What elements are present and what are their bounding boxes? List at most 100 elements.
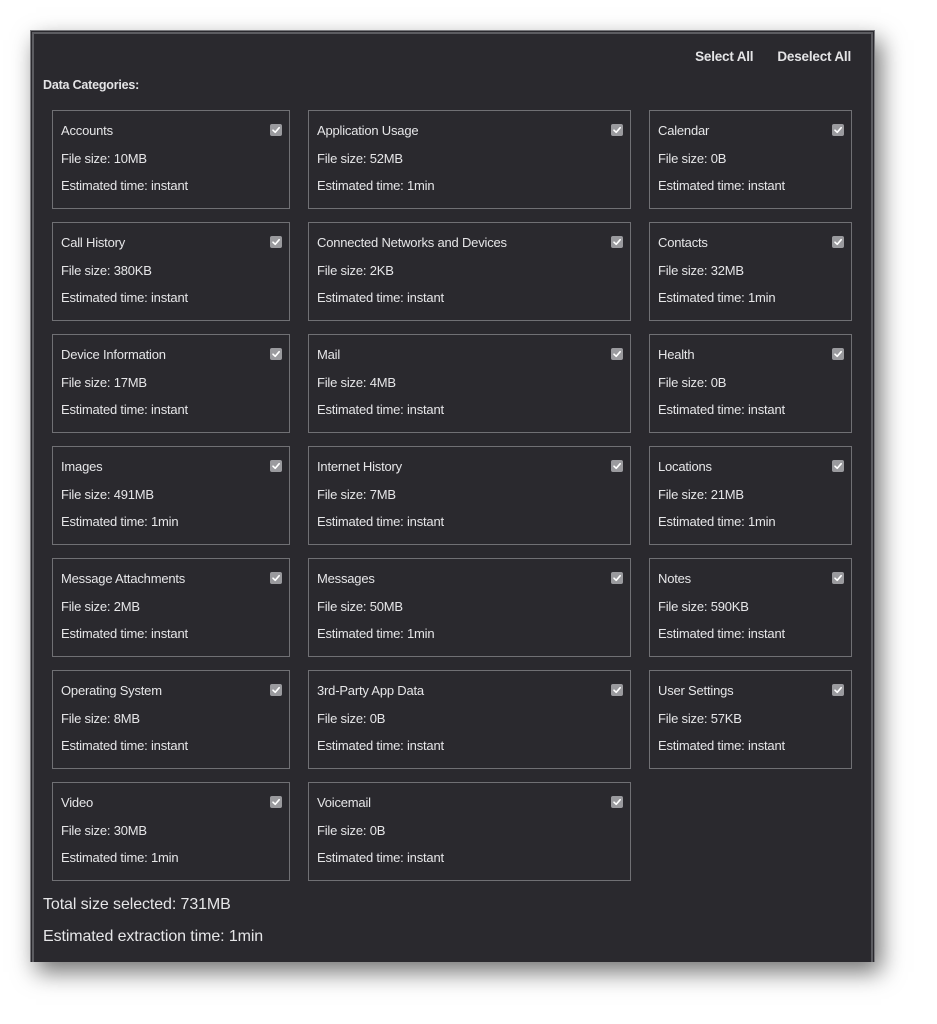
category-name: Contacts: [658, 235, 708, 250]
category-checkbox[interactable]: [270, 572, 282, 584]
category-card[interactable]: Internet History File size: 7MB Estimated …: [308, 446, 631, 545]
category-name: Connected Networks and Devices: [317, 235, 507, 250]
category-estimated-time: Estimated time: instant: [61, 290, 188, 305]
category-file-size: File size: 57KB: [658, 711, 742, 726]
category-checkbox[interactable]: [270, 124, 282, 136]
category-checkbox[interactable]: [611, 572, 623, 584]
category-estimated-time: Estimated time: instant: [317, 290, 444, 305]
checkmark-icon: [834, 126, 842, 134]
category-checkbox[interactable]: [832, 348, 844, 360]
category-name: Application Usage: [317, 123, 419, 138]
category-card[interactable]: Connected Networks and Devices File size:…: [308, 222, 631, 321]
category-estimated-time: Estimated time: instant: [61, 178, 188, 193]
category-file-size: File size: 17MB: [61, 375, 147, 390]
category-card[interactable]: Notes File size: 590KB Estimated time: ins…: [649, 558, 852, 657]
category-file-size: File size: 590KB: [658, 599, 749, 614]
category-file-size: File size: 2MB: [61, 599, 140, 614]
category-checkbox[interactable]: [270, 684, 282, 696]
category-name: Operating System: [61, 683, 162, 698]
category-card[interactable]: Operating System File size: 8MB Estimated …: [52, 670, 290, 769]
checkmark-icon: [272, 126, 280, 134]
category-card[interactable]: Call History File size: 380KB Estimated ti…: [52, 222, 290, 321]
checkmark-icon: [613, 686, 621, 694]
deselect-all-button[interactable]: Deselect All: [777, 49, 851, 64]
category-card[interactable]: Messages File size: 50MB Estimated time: 1…: [308, 558, 631, 657]
category-checkbox[interactable]: [611, 124, 623, 136]
checkmark-icon: [613, 350, 621, 358]
category-card[interactable]: Voicemail File size: 0B Estimated time: in…: [308, 782, 631, 881]
category-checkbox[interactable]: [832, 124, 844, 136]
category-name: Images: [61, 459, 103, 474]
category-checkbox[interactable]: [611, 684, 623, 696]
category-estimated-time: Estimated time: instant: [658, 402, 785, 417]
category-card[interactable]: Calendar File size: 0B Estimated time: ins…: [649, 110, 852, 209]
category-name: Health: [658, 347, 695, 362]
category-card[interactable]: Device Information File size: 17MB Estimat…: [52, 334, 290, 433]
category-card[interactable]: Message Attachments File size: 2MB Estimat…: [52, 558, 290, 657]
selection-actions: Select All Deselect All: [695, 49, 851, 64]
category-name: Notes: [658, 571, 691, 586]
category-name: Message Attachments: [61, 571, 186, 586]
category-file-size: File size: 32MB: [658, 263, 744, 278]
category-file-size: File size: 8MB: [61, 711, 140, 726]
category-name: Video: [61, 795, 94, 810]
category-card[interactable]: Contacts File size: 32MB Estimated time: 1…: [649, 222, 852, 321]
checkmark-icon: [272, 686, 280, 694]
category-checkbox[interactable]: [270, 460, 282, 472]
category-file-size: File size: 0B: [317, 711, 386, 726]
category-card[interactable]: 3rd-Party App Data File size: 0B Estimated…: [308, 670, 631, 769]
category-estimated-time: Estimated time: 1min: [61, 514, 179, 529]
category-card[interactable]: Mail File size: 4MB Estimated time: instan…: [308, 334, 631, 433]
category-estimated-time: Estimated time: 1min: [317, 626, 435, 641]
category-estimated-time: Estimated time: instant: [658, 738, 785, 753]
data-categories-panel: Select All Deselect All Data Categories:…: [30, 30, 875, 962]
category-checkbox[interactable]: [832, 684, 844, 696]
category-checkbox[interactable]: [270, 796, 282, 808]
category-estimated-time: Estimated time: instant: [317, 738, 444, 753]
category-checkbox[interactable]: [611, 460, 623, 472]
category-estimated-time: Estimated time: 1min: [61, 850, 179, 865]
select-all-button[interactable]: Select All: [695, 49, 753, 64]
category-checkbox[interactable]: [832, 236, 844, 248]
category-checkbox[interactable]: [832, 460, 844, 472]
category-card[interactable]: Accounts File size: 10MB Estimated time: i…: [52, 110, 290, 209]
category-name: Call History: [61, 235, 126, 250]
category-checkbox[interactable]: [611, 796, 623, 808]
category-name: Calendar: [658, 123, 710, 138]
estimated-extraction-time: Estimated extraction time: 1min: [43, 928, 264, 945]
category-estimated-time: Estimated time: instant: [61, 626, 188, 641]
category-name: Device Information: [61, 347, 166, 362]
checkmark-icon: [613, 238, 621, 246]
category-estimated-time: Estimated time: 1min: [658, 290, 776, 305]
category-card[interactable]: Health File size: 0B Estimated time: insta…: [649, 334, 852, 433]
category-estimated-time: Estimated time: 1min: [317, 178, 435, 193]
checkmark-icon: [834, 686, 842, 694]
category-file-size: File size: 30MB: [61, 823, 147, 838]
category-file-size: File size: 380KB: [61, 263, 152, 278]
checkmark-icon: [613, 462, 621, 470]
category-file-size: File size: 0B: [658, 151, 727, 166]
category-name: Mail: [317, 347, 341, 362]
category-checkbox[interactable]: [611, 236, 623, 248]
category-checkbox[interactable]: [611, 348, 623, 360]
checkmark-icon: [834, 238, 842, 246]
category-card[interactable]: Locations File size: 21MB Estimated time: …: [649, 446, 852, 545]
category-name: Voicemail: [317, 795, 371, 810]
category-file-size: File size: 50MB: [317, 599, 403, 614]
category-card[interactable]: Application Usage File size: 52MB Estimate…: [308, 110, 631, 209]
checkmark-icon: [272, 350, 280, 358]
category-estimated-time: Estimated time: instant: [61, 402, 188, 417]
category-card[interactable]: Video File size: 30MB Estimated time: 1min: [52, 782, 290, 881]
checkmark-icon: [272, 798, 280, 806]
checkmark-icon: [613, 798, 621, 806]
category-card[interactable]: User Settings File size: 57KB Estimated ti…: [649, 670, 852, 769]
category-name: User Settings: [658, 683, 734, 698]
category-checkbox[interactable]: [270, 348, 282, 360]
total-size-selected: Total size selected: 731MB: [43, 896, 231, 913]
checkmark-icon: [272, 462, 280, 470]
category-card[interactable]: Images File size: 491MB Estimated time: 1m…: [52, 446, 290, 545]
category-checkbox[interactable]: [270, 236, 282, 248]
category-file-size: File size: 491MB: [61, 487, 154, 502]
category-file-size: File size: 52MB: [317, 151, 403, 166]
category-checkbox[interactable]: [832, 572, 844, 584]
